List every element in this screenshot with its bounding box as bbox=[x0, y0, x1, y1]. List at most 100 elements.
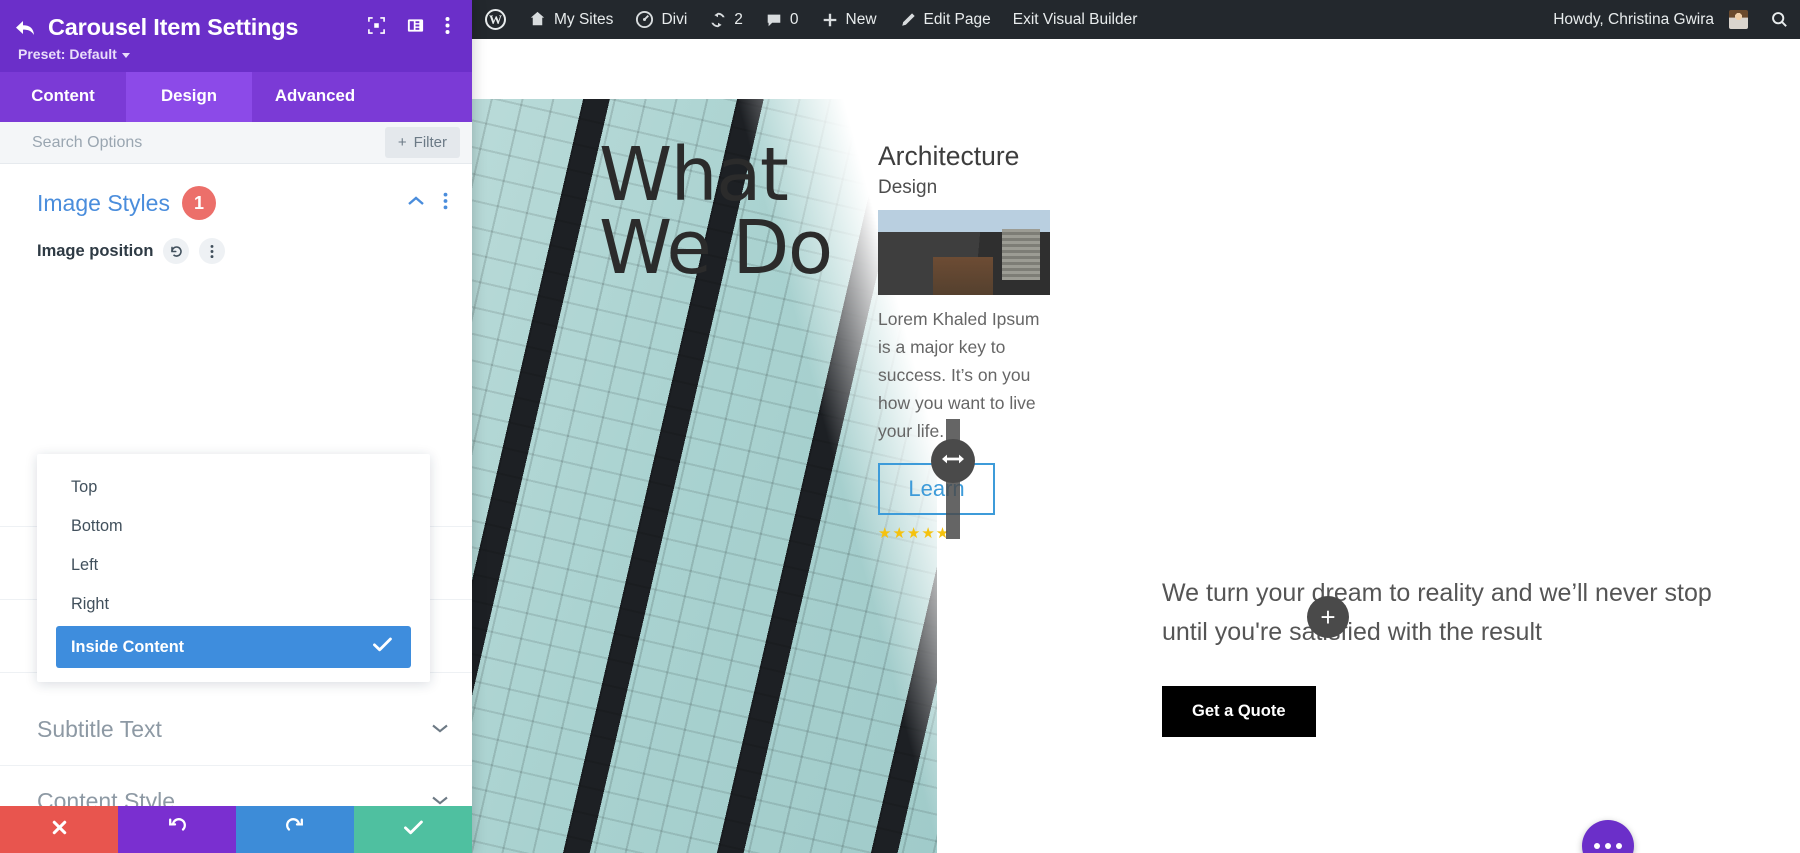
chevron-down-icon bbox=[430, 793, 450, 807]
search-input[interactable] bbox=[32, 133, 385, 152]
screen: W My Sites Divi 2 0 New Edit Page Exit V… bbox=[0, 0, 1800, 853]
check-icon bbox=[403, 819, 424, 841]
wordpress-logo-icon: W bbox=[485, 9, 506, 30]
dropdown-option-top[interactable]: Top bbox=[37, 468, 430, 507]
dropdown-option-inside-content[interactable]: Inside Content bbox=[56, 626, 411, 668]
horizontal-resize-icon bbox=[941, 452, 965, 471]
section-title: Image Styles bbox=[37, 189, 170, 216]
card-body-text: Lorem Khaled Ipsum is a major key to suc… bbox=[878, 309, 1040, 442]
preset-label: Preset: Default bbox=[18, 46, 117, 62]
exit-visual-builder-label: Exit Visual Builder bbox=[1012, 10, 1138, 28]
wp-admin-bar: W My Sites Divi 2 0 New Edit Page Exit V… bbox=[472, 0, 1800, 39]
section-title: Subtitle Text bbox=[37, 716, 162, 742]
section-modified-badge: 1 bbox=[181, 186, 216, 220]
panel-layout-icon[interactable] bbox=[406, 16, 425, 40]
search-row: + Filter bbox=[0, 122, 472, 164]
image-position-dropdown: Top Bottom Left Right Inside Content bbox=[37, 454, 430, 682]
section-content-style[interactable]: Content Style bbox=[0, 766, 472, 806]
add-module-button[interactable]: + bbox=[1307, 596, 1349, 638]
updates-icon bbox=[709, 11, 727, 29]
cancel-button[interactable] bbox=[0, 806, 118, 853]
undo-icon bbox=[167, 817, 187, 842]
ellipsis-icon bbox=[1605, 843, 1611, 849]
divi-label: Divi bbox=[661, 10, 688, 28]
chevron-up-icon[interactable] bbox=[406, 194, 426, 212]
hero-heading: What We Do bbox=[599, 132, 833, 292]
exit-visual-builder-link[interactable]: Exit Visual Builder bbox=[1002, 0, 1149, 39]
card-subtitle: Design bbox=[878, 177, 938, 199]
close-icon bbox=[50, 818, 69, 842]
my-sites-menu[interactable]: My Sites bbox=[517, 0, 624, 39]
check-icon bbox=[372, 636, 393, 658]
preset-selector[interactable]: Preset: Default bbox=[18, 46, 454, 62]
kebab-icon[interactable] bbox=[199, 238, 226, 264]
redo-icon bbox=[285, 817, 305, 842]
my-sites-label: My Sites bbox=[554, 10, 614, 28]
divi-icon bbox=[635, 10, 654, 29]
updates-menu[interactable]: 2 bbox=[698, 0, 754, 39]
section-image-styles-header[interactable]: Image Styles 1 bbox=[0, 164, 472, 236]
search-icon bbox=[1770, 10, 1789, 29]
carousel-item-card[interactable]: Architecture Design Lorem Khaled Ipsum i… bbox=[878, 141, 1053, 542]
ellipsis-icon bbox=[1616, 843, 1622, 849]
search-toggle[interactable] bbox=[1759, 0, 1800, 39]
card-image bbox=[878, 210, 1050, 296]
edit-page-link[interactable]: Edit Page bbox=[888, 0, 1002, 39]
kebab-icon[interactable] bbox=[443, 192, 448, 215]
get-a-quote-button[interactable]: Get a Quote bbox=[1162, 685, 1316, 737]
divi-menu[interactable]: Divi bbox=[624, 0, 698, 39]
edit-page-label: Edit Page bbox=[923, 10, 991, 28]
tab-design[interactable]: Design bbox=[126, 72, 252, 122]
chevron-down-icon bbox=[430, 721, 450, 739]
rating-stars: ★★★★★ bbox=[878, 525, 951, 543]
dropdown-option-left[interactable]: Left bbox=[37, 546, 430, 585]
tab-advanced[interactable]: Advanced bbox=[252, 72, 378, 122]
ellipsis-icon bbox=[1594, 843, 1600, 849]
reset-icon[interactable] bbox=[163, 238, 190, 264]
page-canvas: What We Do + Architecture Design Lorem K… bbox=[472, 39, 1800, 853]
account-menu[interactable]: Howdy, Christina Gwira bbox=[1542, 0, 1759, 39]
panel-footer bbox=[0, 806, 472, 853]
filter-label: Filter bbox=[413, 134, 447, 151]
builder-menu-fab[interactable] bbox=[1582, 820, 1634, 853]
new-label: New bbox=[845, 10, 877, 28]
comments-icon bbox=[765, 11, 783, 29]
section-subtitle-text[interactable]: Subtitle Text bbox=[0, 694, 472, 766]
comments-count: 0 bbox=[789, 10, 799, 28]
save-button[interactable] bbox=[354, 806, 472, 853]
updates-count: 2 bbox=[734, 10, 743, 28]
right-content-block: We turn your dream to reality and we’ll … bbox=[1162, 574, 1722, 737]
wp-logo-menu[interactable]: W bbox=[472, 0, 517, 39]
howdy-label: Howdy, Christina Gwira bbox=[1553, 10, 1714, 28]
kebab-icon[interactable] bbox=[445, 16, 450, 40]
plus-icon bbox=[821, 11, 839, 29]
field-label: Image position bbox=[37, 241, 154, 260]
panel-header: Carousel Item Settings Preset: Default bbox=[0, 0, 472, 72]
horizontal-resize-handle[interactable] bbox=[931, 439, 975, 483]
panel-title: Carousel Item Settings bbox=[48, 14, 299, 40]
panel-header-actions bbox=[367, 16, 454, 40]
chevron-down-icon bbox=[121, 52, 130, 58]
plus-icon: + bbox=[397, 134, 407, 151]
fullscreen-icon[interactable] bbox=[367, 16, 386, 40]
sites-icon bbox=[528, 10, 547, 29]
undo-button[interactable] bbox=[118, 806, 236, 853]
filter-button[interactable]: + Filter bbox=[384, 127, 460, 158]
redo-button[interactable] bbox=[236, 806, 354, 853]
image-position-field: Image position bbox=[0, 238, 472, 264]
back-button[interactable] bbox=[14, 18, 44, 38]
collapsed-sections: Subtitle Text Content Style Button bbox=[0, 694, 472, 806]
dropdown-option-bottom[interactable]: Bottom bbox=[37, 507, 430, 546]
dropdown-option-right[interactable]: Right bbox=[37, 585, 430, 624]
panel-body: Image Styles 1 Image position Top Bottom… bbox=[0, 164, 472, 806]
new-content-menu[interactable]: New bbox=[810, 0, 888, 39]
dropdown-option-label: Inside Content bbox=[71, 637, 185, 656]
comments-menu[interactable]: 0 bbox=[754, 0, 810, 39]
plus-icon: + bbox=[1320, 602, 1336, 632]
tab-content[interactable]: Content bbox=[0, 72, 126, 122]
module-settings-panel: Carousel Item Settings Preset: Default C… bbox=[0, 0, 472, 853]
card-title: Architecture bbox=[878, 141, 1020, 171]
pencil-icon bbox=[899, 11, 917, 29]
section-title: Content Style bbox=[37, 788, 176, 806]
panel-tabs: Content Design Advanced bbox=[0, 72, 472, 122]
